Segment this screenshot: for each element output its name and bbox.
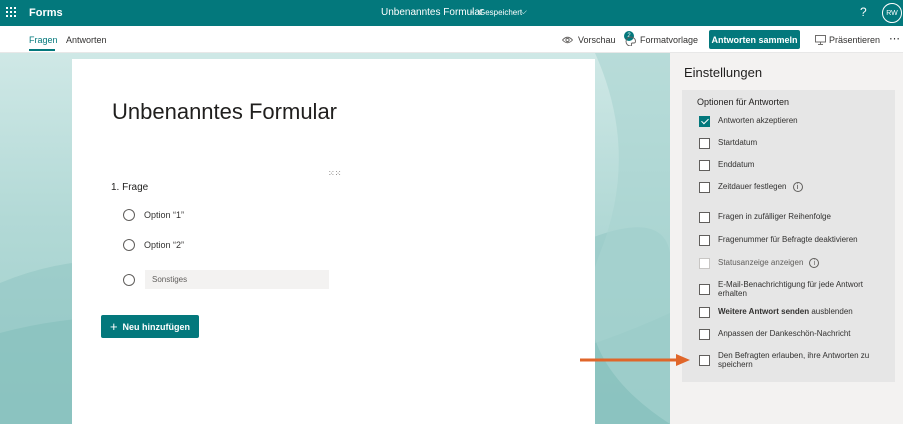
add-new-label: Neu hinzufügen xyxy=(122,321,191,332)
annotation-arrow-icon xyxy=(580,354,690,366)
form-card: Unbenanntes Formular ⁙⁙ 1. Frage Option … xyxy=(72,59,595,424)
command-bar: Fragen Antworten Vorschau 2 Formatvorlag… xyxy=(0,26,903,53)
setting-label: Startdatum xyxy=(718,138,758,147)
setting-shuffle-questions[interactable]: Fragen in zufälliger Reihenfolge xyxy=(699,212,883,223)
save-status[interactable]: Gespeichert xyxy=(479,8,522,17)
setting-accept-responses[interactable]: Antworten akzeptieren xyxy=(699,116,883,127)
setting-thank-you-message[interactable]: Anpassen der Dankeschön-Nachricht xyxy=(699,329,883,340)
checkbox[interactable] xyxy=(699,138,710,149)
response-options-box: Optionen für Antworten Antworten akzepti… xyxy=(682,90,895,382)
active-tab-indicator xyxy=(29,49,55,51)
document-title[interactable]: Unbenanntes Formular xyxy=(381,7,483,18)
setting-hide-submit-another[interactable]: Weitere Antwort senden ausblenden xyxy=(699,307,883,318)
theme-button[interactable]: Formatvorlage xyxy=(640,35,698,45)
setting-label: Zeitdauer festlegen i xyxy=(718,182,883,192)
tab-antworten[interactable]: Antworten xyxy=(66,35,107,45)
checkbox xyxy=(699,258,710,269)
setting-time-duration[interactable]: Zeitdauer festlegen i xyxy=(699,182,883,193)
info-icon[interactable]: i xyxy=(809,258,820,268)
section-title: Optionen für Antworten xyxy=(697,97,790,107)
checkbox[interactable] xyxy=(699,212,710,223)
question-mark-icon[interactable]: ? xyxy=(860,5,867,19)
drag-handle-icon[interactable]: ⁙⁙ xyxy=(328,170,341,178)
add-new-button[interactable]: + Neu hinzufügen xyxy=(101,315,199,338)
setting-label-bold: Weitere Antwort senden xyxy=(718,307,810,316)
settings-panel: Einstellungen Optionen für Antworten Ant… xyxy=(670,53,903,424)
setting-label: Fragen in zufälliger Reihenfolge xyxy=(718,212,831,221)
checkbox[interactable] xyxy=(699,160,710,171)
setting-label: E-Mail-Benachrichtigung für jede Antwort… xyxy=(718,280,863,298)
radio-icon[interactable] xyxy=(123,209,135,221)
setting-label-rest: ausblenden xyxy=(809,307,853,316)
app-name[interactable]: Forms xyxy=(29,7,63,19)
setting-allow-save-responses[interactable]: Den Befragten erlauben, ihre Antworten z… xyxy=(699,351,883,369)
other-option-field[interactable]: Sonstiges xyxy=(145,270,329,289)
app-header: Forms Unbenanntes Formular - Gespeichert… xyxy=(0,0,903,26)
radio-icon[interactable] xyxy=(123,239,135,251)
radio-icon[interactable] xyxy=(123,274,135,286)
eye-icon[interactable] xyxy=(562,36,573,44)
setting-label: Anpassen der Dankeschön-Nachricht xyxy=(718,329,851,338)
setting-end-date[interactable]: Enddatum xyxy=(699,160,883,171)
setting-progress-bar: Statusanzeige anzeigen i xyxy=(699,258,883,269)
setting-disable-question-number[interactable]: Fragenummer für Befragte deaktivieren xyxy=(699,235,883,246)
setting-label-text: Statusanzeige anzeigen xyxy=(718,258,804,268)
choice-option-2[interactable]: Option “2” xyxy=(123,238,184,252)
preview-button[interactable]: Vorschau xyxy=(578,35,616,45)
checkbox[interactable] xyxy=(699,116,710,127)
setting-label: Fragenummer für Befragte deaktivieren xyxy=(718,235,858,244)
question-title[interactable]: 1. Frage xyxy=(111,182,148,193)
option-label: Option “1” xyxy=(144,210,185,220)
setting-label: Statusanzeige anzeigen i xyxy=(718,258,883,268)
app-launcher-icon[interactable] xyxy=(6,7,16,17)
choice-option-other[interactable] xyxy=(123,273,135,287)
choice-option-1[interactable]: Option “1” xyxy=(123,208,184,222)
setting-label: Enddatum xyxy=(718,160,755,169)
chevron-down-icon[interactable]: ⌵ xyxy=(520,6,527,17)
checkbox[interactable] xyxy=(699,307,710,318)
setting-start-date[interactable]: Startdatum xyxy=(699,138,883,149)
monitor-icon[interactable] xyxy=(815,35,826,45)
setting-label: Antworten akzeptieren xyxy=(718,116,798,125)
checkbox[interactable] xyxy=(699,182,710,193)
avatar[interactable]: RW xyxy=(882,3,902,23)
tab-fragen[interactable]: Fragen xyxy=(29,35,58,45)
present-button[interactable]: Präsentieren xyxy=(829,35,880,45)
info-icon[interactable]: i xyxy=(792,182,803,192)
checkbox[interactable] xyxy=(699,235,710,246)
palette-icon[interactable] xyxy=(625,36,636,46)
form-title[interactable]: Unbenanntes Formular xyxy=(112,99,337,125)
panel-title: Einstellungen xyxy=(684,65,763,80)
collect-responses-button[interactable]: Antworten sammeln xyxy=(709,30,800,49)
setting-label: Den Befragten erlauben, ihre Antworten z… xyxy=(718,351,870,369)
checkbox[interactable] xyxy=(699,355,710,366)
title-separator: - xyxy=(470,7,474,18)
setting-label: Weitere Antwort senden ausblenden xyxy=(718,307,883,316)
option-label: Option “2” xyxy=(144,240,185,250)
more-options-icon[interactable]: ⋯ xyxy=(889,32,900,45)
plus-icon: + xyxy=(109,319,118,334)
setting-email-notification[interactable]: E-Mail-Benachrichtigung für jede Antwort… xyxy=(699,280,883,298)
setting-label-text: Zeitdauer festlegen xyxy=(718,182,787,192)
checkbox[interactable] xyxy=(699,284,710,295)
checkbox[interactable] xyxy=(699,329,710,340)
